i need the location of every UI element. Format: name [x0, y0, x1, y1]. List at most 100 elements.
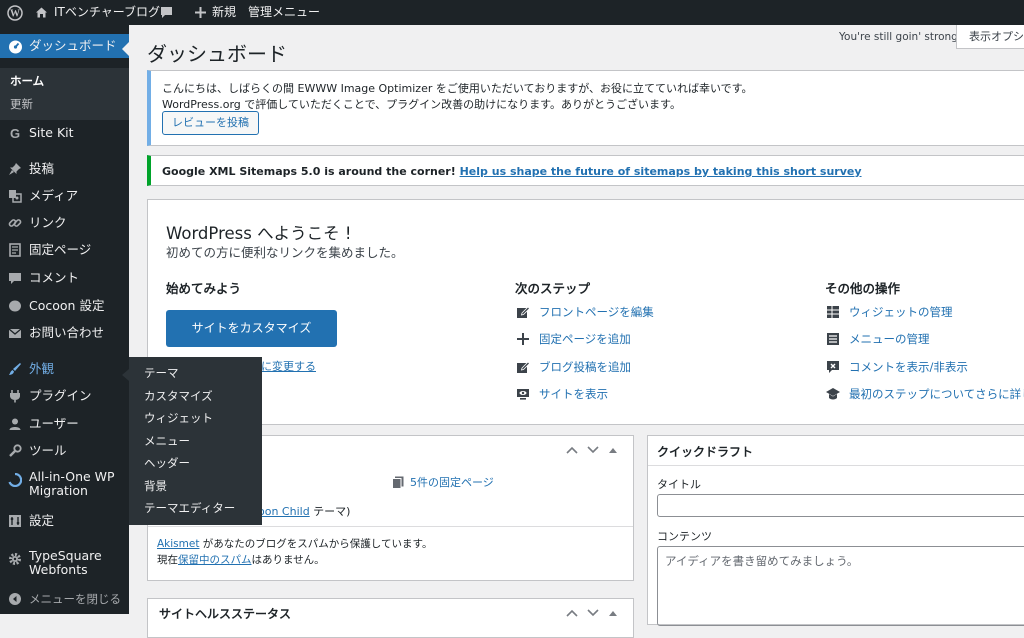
add-post-link[interactable]: ブログ投稿を追加 — [515, 359, 631, 375]
sidebar-item-label: All-in-One WP Migration — [29, 469, 115, 498]
sidebar-item-media[interactable]: メディア — [0, 187, 129, 205]
sidebar-item-appearance[interactable]: 外観 — [0, 360, 129, 378]
sidebar-item-settings[interactable]: 設定 — [0, 512, 129, 530]
sidebar-item-contact[interactable]: お問い合わせ — [0, 324, 129, 342]
toggle-panel-icon[interactable] — [608, 446, 618, 454]
flyout-item-header[interactable]: ヘッダー — [144, 455, 190, 471]
sidebar-item-cocoon[interactable]: Cocoon 設定 — [0, 297, 129, 315]
sidebar-item-tools[interactable]: ツール — [0, 442, 129, 460]
draft-title-input[interactable] — [657, 494, 1024, 517]
settings-icon — [7, 513, 23, 529]
screen-options-button[interactable]: 表示オプシ — [956, 25, 1024, 49]
sidebar-item-users[interactable]: ユーザー — [0, 415, 129, 433]
sidebar-item-label: 投稿 — [29, 161, 55, 176]
sidebar-item-label: ユーザー — [29, 416, 79, 431]
sidebar-item-label: リンク — [29, 215, 67, 230]
sidebar-item-dashboard[interactable]: ダッシュボード — [0, 34, 129, 58]
flyout-item-theme-editor[interactable]: テーマエディター — [144, 500, 235, 516]
sidebar-item-pages[interactable]: 固定ページ — [0, 241, 129, 259]
customize-site-button[interactable]: サイトをカスタマイズ — [166, 310, 337, 347]
edit-front-page-link[interactable]: フロントページを編集 — [515, 304, 654, 320]
manage-widgets-link[interactable]: ウィジェットの管理 — [825, 304, 953, 320]
akismet-link[interactable]: Akismet — [157, 538, 199, 550]
sidebar-item-links[interactable]: リンク — [0, 214, 129, 232]
spam-status: 現在保留中のスパムはありません。 — [157, 552, 325, 567]
page-icon — [7, 242, 23, 258]
next-steps-heading: 次のステップ — [515, 281, 591, 296]
sidebar-item-typesquare[interactable]: TypeSquare Webfonts — [0, 549, 129, 581]
post-review-button[interactable]: レビューを投稿 — [162, 111, 259, 135]
draft-title-label: タイトル — [657, 478, 701, 491]
toggle-comments-link[interactable]: コメントを表示/非表示 — [825, 359, 968, 375]
page-title: ダッシュボード — [147, 42, 287, 66]
spam-suffix: はありません。 — [251, 554, 325, 566]
collapse-menu-button[interactable]: メニューを閉じる — [0, 590, 129, 608]
wordpress-logo-icon[interactable]: W — [7, 0, 23, 25]
akismet-status: Akismet があなたのブログをスパムから保護しています。 — [157, 536, 432, 551]
collapse-label: メニューを閉じる — [29, 592, 121, 606]
page-count-link[interactable]: 5件の固定ページ — [392, 474, 494, 490]
hello-dolly-text: You're still goin' strong — [839, 31, 958, 43]
view-site-icon — [515, 386, 531, 402]
link-label: ブログ投稿を追加 — [539, 360, 631, 374]
sidebar-item-label: 外観 — [29, 361, 55, 376]
comments-icon[interactable] — [160, 0, 173, 25]
new-content-link[interactable]: 新規 — [195, 0, 236, 25]
sidebar-item-posts[interactable]: 投稿 — [0, 160, 129, 178]
manage-menu-link[interactable]: 管理メニュー — [248, 0, 320, 25]
flyout-item-themes[interactable]: テーマ — [144, 365, 179, 381]
draft-content-textarea[interactable]: アイディアを書き留めてみましょう。 — [657, 546, 1024, 626]
submenu-updates[interactable]: 更新 — [10, 96, 33, 112]
change-theme-link[interactable]: に変更する — [261, 358, 316, 374]
sidebar-item-comments[interactable]: コメント — [0, 269, 129, 287]
view-site-link[interactable]: サイトを表示 — [515, 386, 608, 402]
move-up-icon[interactable] — [566, 446, 578, 454]
site-name: ITベンチャーブログ — [54, 5, 161, 19]
admin-bar: W ITベンチャーブログ 新規 管理メニュー — [0, 0, 1024, 25]
move-up-icon[interactable] — [566, 609, 578, 617]
pending-spam-link[interactable]: 保留中のスパム — [178, 554, 252, 566]
plus-icon — [195, 7, 206, 18]
flyout-item-widgets[interactable]: ウィジェット — [144, 410, 213, 426]
flyout-item-menus[interactable]: メニュー — [144, 433, 190, 449]
mail-icon — [7, 325, 23, 341]
pages-icon — [392, 476, 404, 489]
sitemaps-notice: Google XML Sitemaps 5.0 is around the co… — [147, 155, 1024, 186]
learn-more-link[interactable]: 最初のステップについてさらに詳し — [825, 386, 1024, 402]
sidebar-item-label: メディア — [29, 188, 79, 203]
sidebar-item-plugins[interactable]: プラグイン — [0, 387, 129, 405]
divider — [148, 526, 633, 527]
quick-draft-box: クイックドラフト タイトル コンテンツ アイディアを書き留めてみましょう。 — [647, 435, 1024, 626]
sidebar-item-label: お問い合わせ — [29, 325, 105, 340]
submenu-home[interactable]: ホーム — [10, 73, 44, 89]
sidebar-item-site-kit[interactable]: G Site Kit — [0, 124, 129, 142]
sidebar-item-label: TypeSquare Webfonts — [29, 548, 102, 577]
move-down-icon[interactable] — [587, 609, 599, 617]
sidebar-item-label: 設定 — [29, 513, 55, 528]
manage-menus-link[interactable]: メニューの管理 — [825, 331, 930, 347]
sitemaps-survey-link[interactable]: Help us shape the future of sitemaps by … — [460, 165, 862, 178]
dashboard-icon — [7, 38, 23, 54]
flyout-item-customize[interactable]: カスタマイズ — [144, 388, 213, 404]
new-label: 新規 — [212, 5, 237, 19]
current-menu-arrow — [122, 42, 129, 56]
add-page-link[interactable]: 固定ページを追加 — [515, 331, 631, 347]
toggle-panel-icon[interactable] — [608, 609, 618, 617]
theme-link[interactable]: oon Child — [258, 505, 310, 518]
move-down-icon[interactable] — [587, 446, 599, 454]
link-label: メニューの管理 — [849, 332, 930, 346]
welcome-title: WordPress へようこそ ! — [166, 224, 352, 243]
link-label: フロントページを編集 — [539, 305, 654, 319]
box-controls — [566, 599, 618, 627]
sidebar-item-migration[interactable]: All-in-One WP Migration — [0, 470, 129, 502]
site-name-link[interactable]: ITベンチャーブログ — [35, 0, 160, 25]
notice-text-line1: こんにちは、しばらくの間 EWWW Image Optimizer をご使用いた… — [162, 82, 753, 95]
theme-info: oon Child テーマ) — [258, 503, 350, 519]
menu-icon — [825, 331, 841, 347]
plus-icon — [515, 331, 531, 347]
sidebar-item-label: コメント — [29, 270, 80, 285]
flyout-item-background[interactable]: 背景 — [144, 478, 167, 494]
notice-text-line2: WordPress.org で評価していただくことで、プラグイン改善の助けになり… — [162, 98, 681, 111]
site-health-box: サイトヘルスステータス — [147, 598, 634, 638]
sidebar-item-label: Site Kit — [29, 125, 74, 140]
